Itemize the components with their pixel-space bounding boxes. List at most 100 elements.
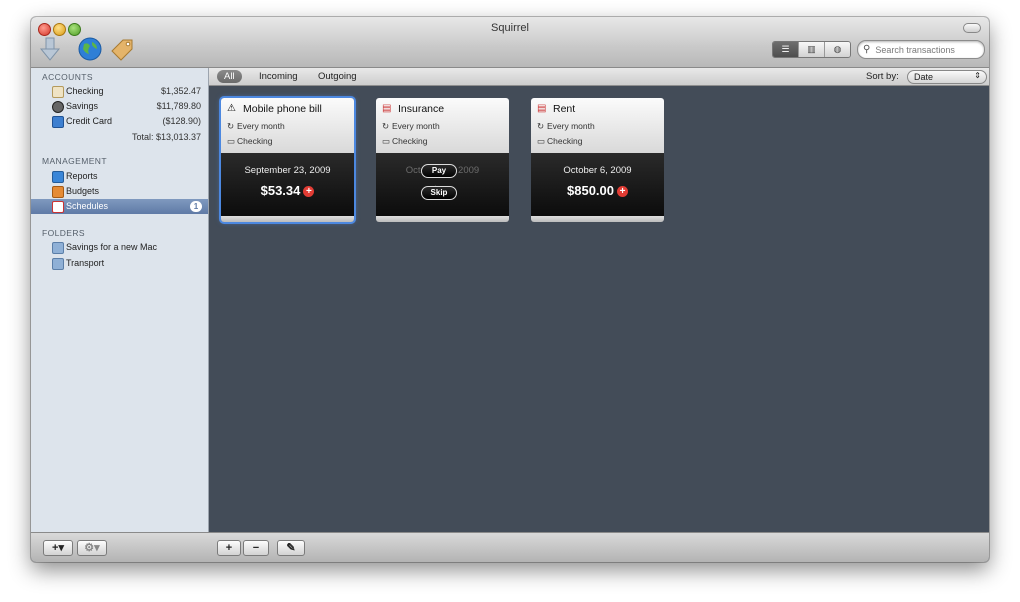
globe-view-button[interactable]: ◍ [825, 42, 850, 57]
app-window: Squirrel ☰ ▥ ◍ ⚲ ACCOUNTS Checking [31, 17, 989, 562]
sidebar-item-budgets[interactable]: Budgets [31, 184, 208, 199]
schedule-title: Mobile phone bill [243, 103, 322, 115]
schedule-date: September 23, 2009 [244, 165, 331, 176]
bottom-bar: +▾ ⚙▾ + − ✎ [31, 532, 989, 562]
sidebar-item-label: Savings for a new Mac [66, 242, 158, 252]
account-label: Checking [66, 86, 104, 96]
account-row: ▭ Checking [537, 136, 582, 147]
globe-icon[interactable] [77, 36, 103, 62]
folders-header: FOLDERS [42, 228, 85, 238]
sidebar-item-label: Transport [66, 258, 105, 268]
recurrence-row: ↻ Every month [382, 121, 440, 132]
sort-value: Date [914, 72, 934, 82]
card-header: ⚠ Mobile phone bill ↻ Every month ▭ Checki… [221, 98, 354, 153]
tab-incoming[interactable]: Incoming [252, 70, 305, 83]
sort-label: Sort by: [866, 71, 899, 82]
filter-bar: All Incoming Outgoing Sort by: Date ⇕ [209, 68, 989, 86]
checkbook-icon: ▭ [227, 136, 236, 146]
card-footer [531, 216, 664, 222]
calendar-icon: ▤ [537, 103, 547, 114]
window-title: Squirrel [491, 22, 529, 34]
card-body: October 23, 2009 $+ Pay Skip [376, 153, 509, 216]
reports-icon [52, 171, 64, 183]
card-footer [221, 216, 354, 222]
card-footer [376, 216, 509, 222]
folder-icon [52, 258, 64, 270]
import-arrow-icon[interactable] [37, 36, 63, 62]
sidebar-item-schedules[interactable]: Schedules 1 [31, 199, 208, 214]
repeat-icon: ↻ [227, 121, 235, 131]
account-label: Savings [66, 101, 99, 111]
checkbook-icon: ▭ [537, 136, 546, 146]
sidebar-item-label: Reports [66, 171, 98, 181]
search-field: ⚲ [857, 40, 985, 59]
updown-arrows-icon: ⇕ [974, 71, 981, 80]
accounts-total: Total: $13,013.37 [131, 132, 201, 142]
repeat-icon: ↻ [382, 121, 390, 131]
account-label: Credit Card [66, 116, 113, 126]
skip-button[interactable]: Skip [421, 186, 457, 200]
remove-schedule-button[interactable]: − [243, 540, 269, 556]
view-mode-segmented-control: ☰ ▥ ◍ [772, 41, 851, 58]
schedule-card-mobile-phone-bill[interactable]: ⚠ Mobile phone bill ↻ Every month ▭ Checki… [221, 98, 354, 222]
checkbook-icon: ▭ [382, 136, 391, 146]
account-balance: $11,789.80 [156, 101, 201, 111]
amount-row: $850.00 + [531, 183, 664, 198]
schedule-date: October 6, 2009 [563, 165, 632, 176]
schedule-card-rent[interactable]: ▤ Rent ↻ Every month ▭ Checking October 6,… [531, 98, 664, 222]
credit-card-icon [52, 116, 64, 128]
sidebar: ACCOUNTS Checking $1,352.47 Savings $11,… [31, 68, 209, 532]
toolbar-toggle-button[interactable] [963, 23, 981, 33]
sidebar-item-label: Budgets [66, 186, 100, 196]
calendar-icon: ▤ [382, 103, 392, 114]
account-text: Checking [237, 136, 273, 146]
sidebar-item-label: Schedules [66, 201, 109, 211]
amount-row: $53.34 + [221, 183, 354, 198]
recurrence-text: Every month [392, 121, 440, 131]
edit-schedule-button[interactable]: ✎ [277, 540, 305, 556]
folder-icon [52, 242, 64, 254]
schedule-title: Insurance [398, 103, 445, 115]
add-schedule-button[interactable]: + [217, 540, 241, 556]
calendar-icon [52, 201, 64, 213]
tab-outgoing[interactable]: Outgoing [311, 70, 364, 83]
pay-button[interactable]: Pay [421, 164, 457, 178]
sidebar-item-checking[interactable]: Checking $1,352.47 [31, 84, 208, 99]
action-menu-button[interactable]: ⚙▾ [77, 540, 107, 556]
count-badge: 1 [190, 201, 202, 212]
card-header: ▤ Insurance ↻ Every month ▭ Checking [376, 98, 509, 153]
account-row: ▭ Checking [227, 136, 272, 147]
savings-icon [52, 101, 64, 113]
sidebar-item-savings[interactable]: Savings $11,789.80 [31, 99, 208, 114]
sidebar-item-folder-savings[interactable]: Savings for a new Mac [31, 240, 208, 255]
tag-icon[interactable] [109, 36, 135, 62]
sort-select[interactable]: Date ⇕ [907, 70, 987, 84]
recurrence-text: Every month [237, 121, 285, 131]
tab-all[interactable]: All [217, 70, 242, 83]
sidebar-item-credit-card[interactable]: Credit Card ($128.90) [31, 114, 208, 129]
schedule-amount: $850.00 [567, 183, 614, 198]
schedule-card-insurance[interactable]: ▤ Insurance ↻Every month ▭Checking Octob… [376, 98, 509, 222]
remove-icon[interactable]: + [303, 186, 315, 197]
budgets-icon [52, 186, 64, 198]
repeat-icon: ↻ [537, 121, 545, 131]
card-header: ▤ Rent ↻ Every month ▭ Checking [531, 98, 664, 153]
account-text: Checking [392, 136, 428, 146]
account-balance: ($128.90) [162, 116, 201, 126]
title-bar: Squirrel ☰ ▥ ◍ ⚲ [31, 17, 989, 68]
list-view-button[interactable]: ☰ [773, 42, 799, 57]
sidebar-item-folder-transport[interactable]: Transport [31, 256, 208, 271]
account-text: Checking [547, 136, 583, 146]
schedule-amount: $53.34 [260, 183, 301, 198]
account-row: ▭ Checking [382, 136, 427, 147]
management-header: MANAGEMENT [42, 156, 107, 166]
sidebar-item-reports[interactable]: Reports [31, 169, 208, 184]
remove-icon[interactable]: + [617, 186, 628, 197]
column-view-button[interactable]: ▥ [799, 42, 825, 57]
search-icon: ⚲ [863, 44, 871, 55]
schedule-title: Rent [553, 103, 576, 115]
accounts-header: ACCOUNTS [42, 72, 93, 82]
add-menu-button[interactable]: +▾ [43, 540, 73, 556]
search-input[interactable] [873, 43, 978, 56]
card-body: October 6, 2009 $850.00 + [531, 153, 664, 216]
